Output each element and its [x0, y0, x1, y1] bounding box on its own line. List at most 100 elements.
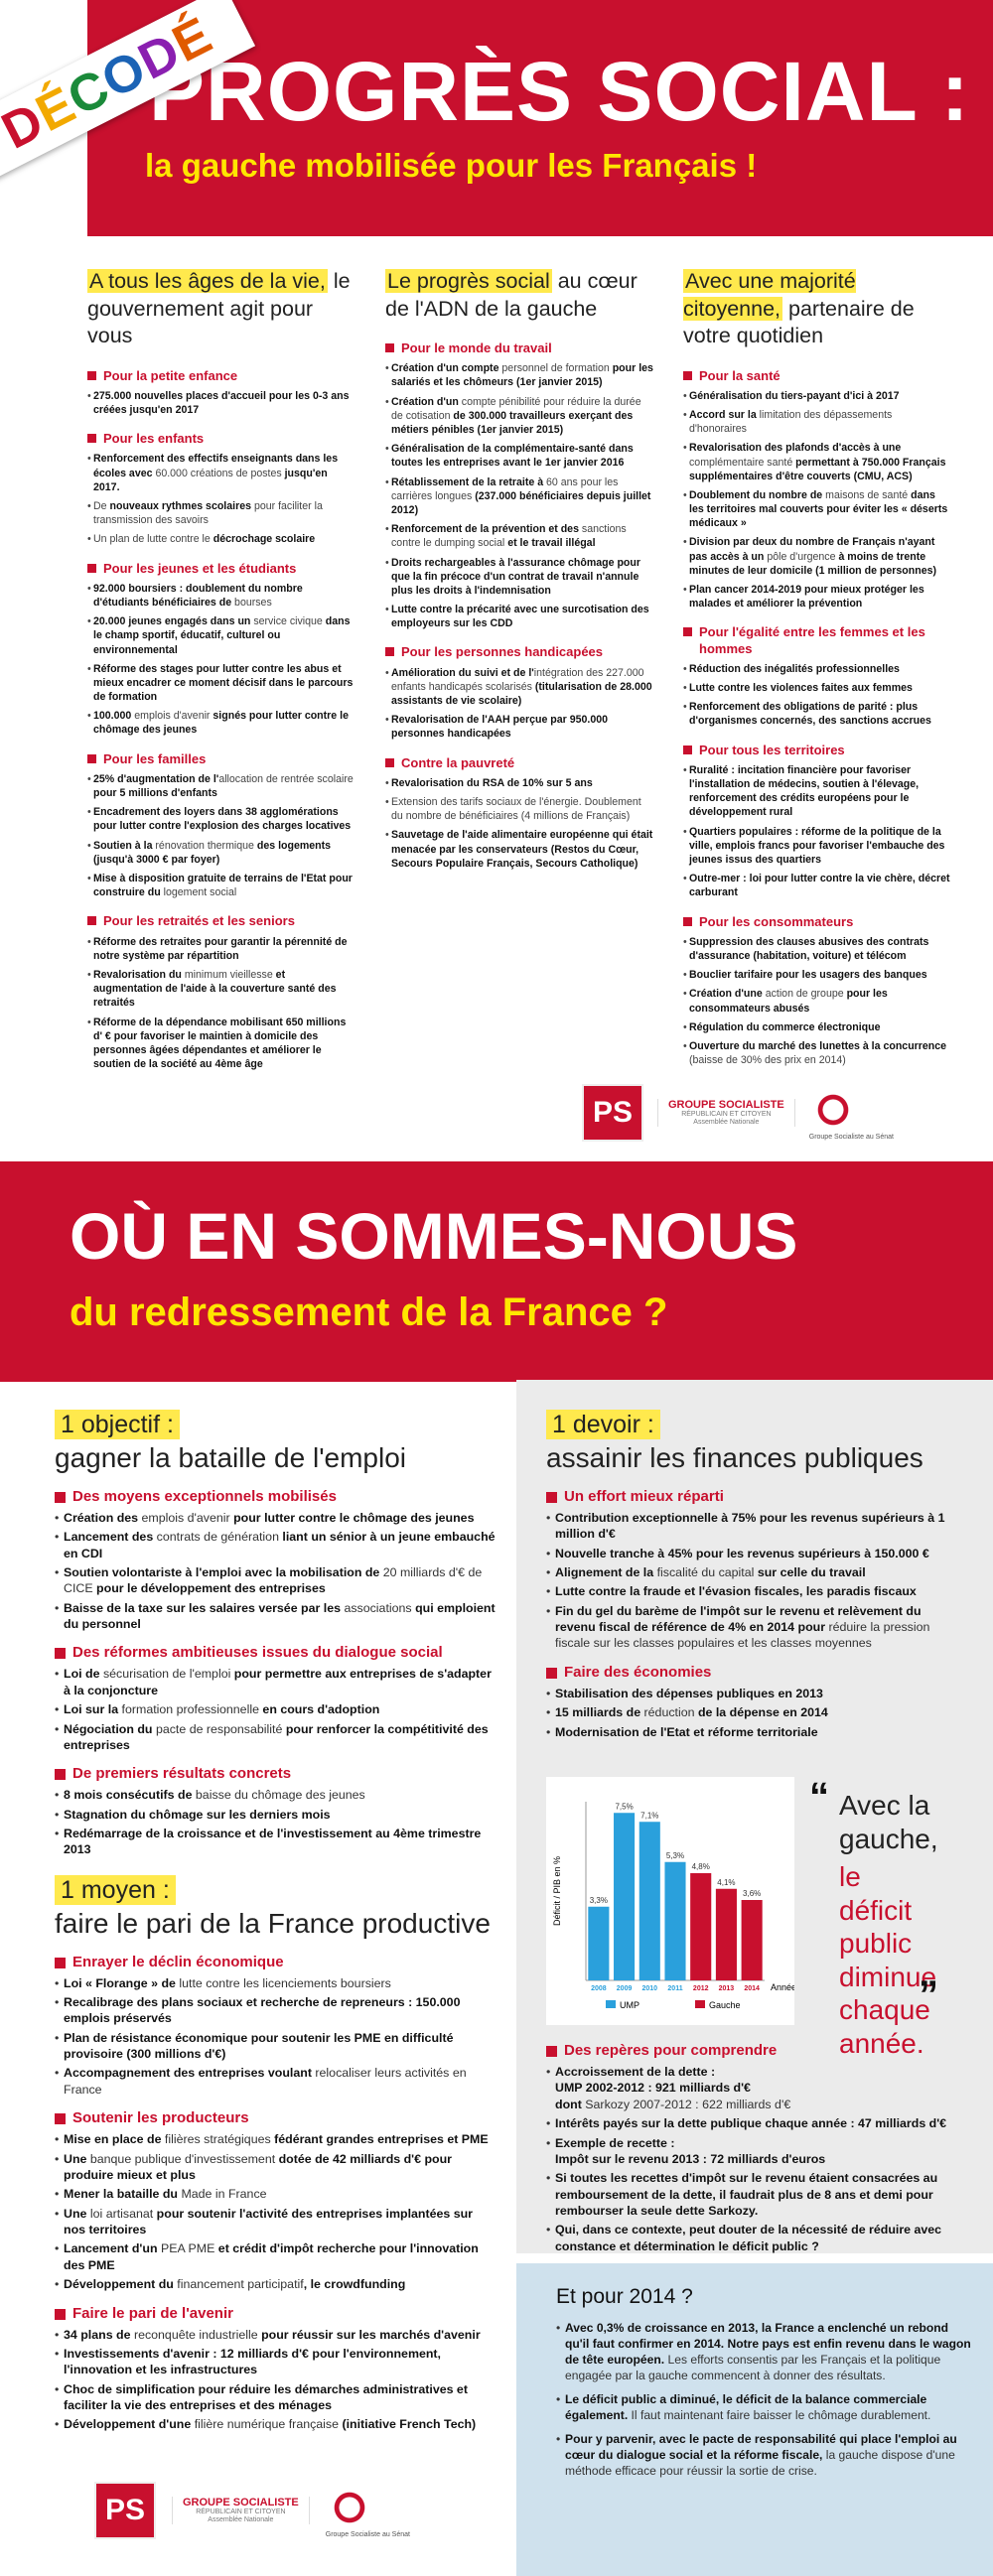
list-item: Amélioration du suivi et de l'intégratio… — [385, 666, 653, 709]
list-item: Revalorisation du minimum vieillesse et … — [87, 968, 355, 1011]
section-heading: Contre la pauvreté — [385, 755, 653, 771]
list-item: Investissements d'avenir : 12 milliards … — [55, 2346, 496, 2378]
bar-2008 — [588, 1906, 610, 1980]
list-item: Réforme des stages pour lutter contre le… — [87, 662, 355, 705]
list-item: Loi « Florange » de lutte contre les lic… — [55, 1975, 496, 1992]
section-heading: Pour le monde du travail — [385, 340, 653, 356]
column-adn: Le progrès social au cœur de l'ADN de la… — [385, 268, 653, 876]
section-heading: Des repères pour comprendre — [546, 2042, 963, 2059]
square-bullet-icon — [546, 2046, 557, 2057]
data-label-2014: 3,6% — [743, 1889, 761, 1898]
objective-label: 1 objectif : — [55, 1410, 180, 1439]
list-item: Plan cancer 2014-2019 pour mieux protége… — [683, 583, 951, 610]
list-item: Modernisation de l'Etat et réforme terri… — [546, 1724, 963, 1741]
list-item: Si toutes les recettes d'impôt sur le re… — [546, 2170, 963, 2219]
x-axis-label: Année — [771, 1982, 794, 1992]
list-item: Ruralité : incitation financière pour fa… — [683, 763, 951, 820]
list-item: Lancement des contrats de génération lia… — [55, 1529, 496, 1561]
square-bullet-icon — [683, 745, 692, 754]
list-item: Alignement de la fiscalité du capital su… — [546, 1564, 963, 1581]
list-item: Doublement du nombre de maisons de santé… — [683, 488, 951, 531]
list-item: Création d'un compte pénibilité pour réd… — [385, 395, 653, 438]
list-item: Négociation du pacte de responsabilité p… — [55, 1721, 496, 1754]
right-column-finances: 1 devoir : assainir les finances publiqu… — [516, 1380, 993, 2253]
bar-2013 — [715, 1888, 737, 1980]
square-bullet-icon — [55, 2113, 66, 2125]
groupe-socialiste-logo-bottom: GROUPE SOCIALISTE RÉPUBLICAIN ET CITOYEN A… — [172, 2496, 310, 2525]
list-item: Contribution exceptionnelle à 75% pour l… — [546, 1510, 963, 1543]
list-item: Généralisation du tiers-payant d'ici à 2… — [683, 389, 951, 403]
list-item: Avec 0,3% de croissance en 2013, la Fran… — [556, 2321, 973, 2384]
list-item: 34 plans de reconquête industrielle pour… — [55, 2327, 496, 2344]
tick-label-2012: 2012 — [693, 1985, 709, 1992]
list-item: Mise à disposition gratuite de terrains … — [87, 872, 355, 899]
means-title: faire le pari de la France productive — [55, 1907, 491, 1939]
page-title: PROGRÈS SOCIAL : — [149, 45, 970, 138]
list-item: Quartiers populaires : réforme de la pol… — [683, 825, 951, 868]
section-heading: Pour tous les territoires — [683, 743, 951, 758]
section-heading: Pour les jeunes et les étudiants — [87, 561, 355, 577]
column-title: Avec une majorité citoyenne, partenaire … — [683, 269, 915, 348]
square-bullet-icon — [683, 916, 692, 926]
section-heading: Pour les consommateurs — [683, 914, 951, 930]
left-column-emploi: 1 objectif : gagner la bataille de l'emp… — [55, 1410, 496, 2436]
list-item: Soutien volontariste à l'emploi avec la … — [55, 1564, 496, 1597]
list-item: Pour y parvenir, avec le pacte de respon… — [556, 2432, 973, 2480]
list-item: Le déficit public a diminué, le déficit … — [556, 2392, 973, 2424]
list-item: Soutien à la rénovation thermique des lo… — [87, 839, 355, 867]
deficit-chart: Déficit / PIB en % 3,3% 2008 7,5% 2009 7,1% 20… — [546, 1777, 796, 2025]
list-item: Plan de résistance économique pour soute… — [55, 2030, 496, 2063]
square-bullet-icon — [87, 434, 96, 444]
list-item: Loi de sécurisation de l'emploi pour per… — [55, 1666, 496, 1698]
square-bullet-icon — [55, 1491, 66, 1503]
list-item: Accompagnement des entreprises voulant r… — [55, 2065, 496, 2098]
list-item: Division par deux du nombre de Français … — [683, 535, 951, 578]
quote-close-icon: ” — [919, 1973, 938, 2017]
list-item: Choc de simplification pour réduire les … — [55, 2381, 496, 2414]
list-item: 15 milliards de réduction de la dépense … — [546, 1704, 963, 1721]
data-label-2010: 7,1% — [640, 1811, 658, 1820]
section-heading: Des moyens exceptionnels mobilisés — [55, 1488, 496, 1505]
data-label-2009: 7,5% — [615, 1802, 633, 1811]
data-label-2008: 3,3% — [590, 1896, 608, 1905]
list-item: De nouveaux rythmes scolaires pour facil… — [87, 499, 355, 527]
objective-title: gagner la bataille de l'emploi — [55, 1442, 407, 1473]
list-item: Encadrement des loyers dans 38 aggloméra… — [87, 805, 355, 833]
list-item: Intérêts payés sur la dette publique cha… — [546, 2115, 963, 2132]
list-item: 20.000 jeunes engagés dans un service ci… — [87, 614, 355, 657]
section-heading: Pour l'égalité entre les femmes et les h… — [683, 624, 951, 657]
section-heading: Soutenir les producteurs — [55, 2109, 496, 2126]
list-item: Bouclier tarifaire pour les usagers des … — [683, 968, 951, 982]
list-item: Régulation du commerce électronique — [683, 1020, 951, 1034]
duty-label: 1 devoir : — [546, 1410, 660, 1439]
tick-label-2008: 2008 — [591, 1985, 607, 1992]
list-item: Mise en place de filières stratégiques f… — [55, 2131, 496, 2148]
list-item: Fin du gel du barème de l'impôt sur le r… — [546, 1603, 963, 1652]
section-heading: Pour les familles — [87, 751, 355, 767]
square-bullet-icon — [385, 343, 394, 353]
section-heading: Un effort mieux réparti — [546, 1488, 963, 1505]
list-item: Lutte contre les violences faites aux fe… — [683, 681, 951, 695]
outlook-2014-box: Et pour 2014 ? Avec 0,3% de croissance e… — [516, 2263, 993, 2576]
section-heading: Faire le pari de l'avenir — [55, 2305, 496, 2322]
senat-logo: Groupe Socialiste au Sénat — [808, 1085, 894, 1141]
bar-2014 — [741, 1900, 763, 1980]
list-item: Outre-mer : loi pour lutter contre la vi… — [683, 872, 951, 899]
list-item: Lancement d'un PEA PME et crédit d'impôt… — [55, 2240, 496, 2273]
list-item: Renforcement de la prévention et des san… — [385, 522, 653, 550]
square-bullet-icon — [546, 1491, 557, 1503]
list-item: Redémarrage de la croissance et de l'inv… — [55, 1826, 496, 1858]
legend-label-Gauche: Gauche — [709, 2000, 741, 2010]
list-item: Loi sur la formation professionnelle en … — [55, 1701, 496, 1718]
square-bullet-icon — [55, 1648, 66, 1660]
section-heading: Faire des économies — [546, 1664, 963, 1681]
square-bullet-icon — [87, 753, 96, 763]
list-item: 92.000 boursiers : doublement du nombre … — [87, 582, 355, 610]
bar-2010 — [638, 1822, 660, 1980]
column-title: Le progrès social au cœur de l'ADN de la… — [385, 269, 638, 321]
list-item: 25% d'augmentation de l'allocation de re… — [87, 772, 355, 800]
square-bullet-icon — [87, 370, 96, 380]
list-item: Une banque publique d'investissement dot… — [55, 2151, 496, 2184]
list-item: Accroissement de la dette : UMP 2002-201… — [546, 2064, 963, 2112]
section-subtitle: du redressement de la France ? — [70, 1290, 668, 1334]
